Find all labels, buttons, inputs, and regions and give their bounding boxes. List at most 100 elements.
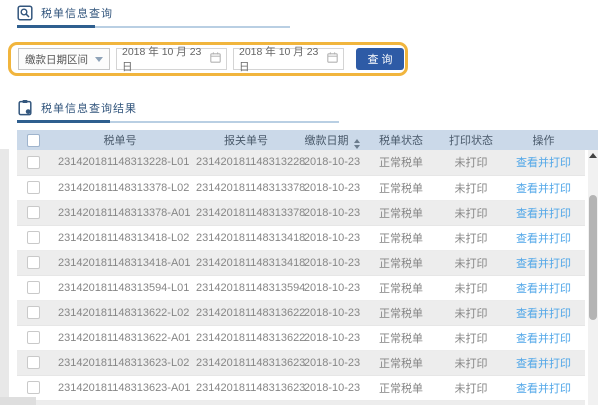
tax-status-cell: 正常税单 (362, 225, 440, 250)
header-print-status: 打印状态 (440, 130, 502, 150)
tax-no-cell: 231420181148313622-L02 (50, 300, 190, 325)
chevron-down-icon (95, 57, 103, 62)
view-and-print-link[interactable]: 查看并打印 (516, 308, 571, 320)
row-checkbox[interactable] (27, 256, 40, 269)
view-and-print-link[interactable]: 查看并打印 (516, 333, 571, 345)
pay-date-cell: 2018-10-23 (302, 150, 362, 175)
print-status-cell: 未打印 (440, 175, 502, 200)
print-status-cell: 未打印 (440, 400, 502, 405)
table-row: 231420181148313623-A01 23142018114831362… (17, 375, 585, 400)
section-query-title: 税单信息查询 (41, 5, 113, 21)
decl-no-cell: 231420181148313622 (190, 325, 302, 350)
print-status-cell: 未打印 (440, 350, 502, 375)
row-checkbox[interactable] (27, 356, 40, 369)
view-and-print-link[interactable]: 查看并打印 (516, 258, 571, 270)
print-status-cell: 未打印 (440, 325, 502, 350)
table-row: 231420181148313378-L02 23142018114831337… (17, 175, 585, 200)
tax-status-cell: 正常税单 (362, 400, 440, 405)
view-and-print-link[interactable]: 查看并打印 (516, 157, 571, 169)
row-checkbox[interactable] (27, 181, 40, 194)
pay-date-cell: 2018-10-23 (302, 400, 362, 405)
section-query-underline (17, 25, 290, 28)
section-query-header: 税单信息查询 (17, 5, 113, 21)
row-checkbox[interactable] (27, 206, 40, 219)
view-and-print-link[interactable]: 查看并打印 (516, 208, 571, 220)
date-from-value: 2018 年 10 月 23 日 (122, 44, 210, 74)
row-checkbox[interactable] (27, 231, 40, 244)
tax-status-cell: 正常税单 (362, 275, 440, 300)
scroll-up-arrow-icon[interactable] (589, 153, 597, 158)
sort-icon[interactable] (354, 139, 360, 149)
date-to-input[interactable]: 2018 年 10 月 23 日 (233, 48, 344, 70)
header-extension (585, 130, 598, 150)
table-row: 231420181148313418-A01 23142018114831341… (17, 250, 585, 275)
section-result-header: 税单信息查询结果 (17, 99, 137, 116)
tax-no-cell: 231420181148313418-L02 (50, 225, 190, 250)
table-row: 231420181148313378-A01 23142018114831337… (17, 200, 585, 225)
row-checkbox[interactable] (27, 381, 40, 394)
row-checkbox[interactable] (27, 281, 40, 294)
view-and-print-link[interactable]: 查看并打印 (516, 183, 571, 195)
tax-no-cell: 231420181148313623-A01 (50, 375, 190, 400)
table-header-row: 税单号 报关单号 缴款日期 税单状态 打印状态 操作 (17, 130, 585, 150)
tax-no-cell: 231420181148313594-L01 (50, 275, 190, 300)
decl-no-cell: 231420181148313378 (190, 200, 302, 225)
tax-no-cell: 231420181148313378-L02 (50, 175, 190, 200)
row-checkbox[interactable] (27, 331, 40, 344)
query-button[interactable]: 查询 (356, 48, 404, 70)
view-and-print-link[interactable]: 查看并打印 (516, 383, 571, 395)
table-row: 231420181148313622-L02 23142018114831362… (17, 300, 585, 325)
print-status-cell: 未打印 (440, 200, 502, 225)
clipboard-result-icon (17, 99, 33, 116)
date-from-input[interactable]: 2018 年 10 月 23 日 (116, 48, 227, 70)
pay-date-cell: 2018-10-23 (302, 300, 362, 325)
decl-no-cell: 231420181148313418 (190, 225, 302, 250)
tax-status-cell: 正常税单 (362, 175, 440, 200)
tax-status-cell: 正常税单 (362, 300, 440, 325)
pay-date-cell: 2018-10-23 (302, 250, 362, 275)
decl-no-cell: 231420181148313228 (190, 150, 302, 175)
pay-date-cell: 2018-10-23 (302, 200, 362, 225)
left-page-gutter (0, 149, 9, 405)
vertical-scrollbar[interactable] (588, 150, 598, 405)
pay-date-cell: 2018-10-23 (302, 375, 362, 400)
row-checkbox[interactable] (27, 306, 40, 319)
calendar-icon[interactable] (210, 52, 221, 66)
tax-no-cell: 231420181148313623-L02 (50, 350, 190, 375)
search-filter-bar: 缴款日期区间 2018 年 10 月 23 日 2018 年 10 月 23 日 (8, 42, 408, 76)
view-and-print-link[interactable]: 查看并打印 (516, 233, 571, 245)
table-row: 231420181148313594-L01 23142018114831359… (17, 275, 585, 300)
pay-date-cell: 2018-10-23 (302, 325, 362, 350)
header-pay-date-sortable[interactable]: 缴款日期 (302, 130, 362, 150)
header-action: 操作 (502, 130, 585, 150)
select-all-checkbox[interactable] (27, 134, 40, 147)
date-to-value: 2018 年 10 月 23 日 (239, 44, 327, 74)
table-row: 231420181148313418-L02 23142018114831341… (17, 225, 585, 250)
decl-no-cell: 231420181148313623 (190, 375, 302, 400)
header-tax-status: 税单状态 (362, 130, 440, 150)
print-status-cell: 未打印 (440, 275, 502, 300)
tax-no-cell: 231420181148313622-A01 (50, 325, 190, 350)
tax-status-cell: 正常税单 (362, 375, 440, 400)
decl-no-cell: 231420181148313623 (190, 350, 302, 375)
date-range-type-select[interactable]: 缴款日期区间 (18, 48, 110, 70)
scrollbar-thumb[interactable] (589, 195, 597, 320)
print-status-cell: 未打印 (440, 375, 502, 400)
tax-status-cell: 正常税单 (362, 350, 440, 375)
table-row: 231420181148313623-L02 23142018114831362… (17, 350, 585, 375)
decl-no-cell: 231420181148313418 (190, 250, 302, 275)
calendar-icon[interactable] (327, 52, 338, 66)
view-and-print-link[interactable]: 查看并打印 (516, 283, 571, 295)
pay-date-cell: 2018-10-23 (302, 225, 362, 250)
tax-no-cell: 231420181148313628-L02 (50, 400, 190, 405)
view-and-print-link[interactable]: 查看并打印 (516, 358, 571, 370)
tax-status-cell: 正常税单 (362, 250, 440, 275)
section-result-underline (17, 120, 339, 123)
tax-no-cell: 231420181148313228-L01 (50, 150, 190, 175)
tax-status-cell: 正常税单 (362, 150, 440, 175)
row-checkbox[interactable] (27, 156, 40, 169)
section-result-title: 税单信息查询结果 (41, 100, 137, 116)
decl-no-cell: 231420181148313622 (190, 300, 302, 325)
date-range-type-label: 缴款日期区间 (25, 52, 88, 67)
table-row: 231420181148313228-L01 23142018114831322… (17, 150, 585, 175)
